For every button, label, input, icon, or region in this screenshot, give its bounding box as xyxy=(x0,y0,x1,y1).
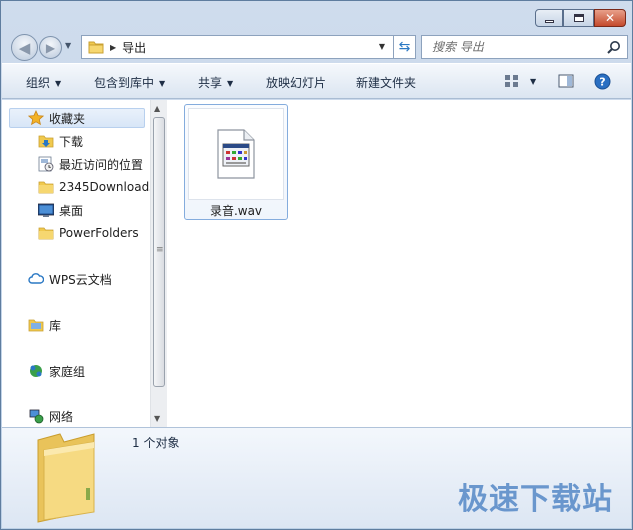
command-toolbar: 组织 ▼ 包含到库中 ▼ 共享 ▼ 放映幻灯片 新建文件夹 ▼ ? xyxy=(2,63,631,99)
chevron-down-icon: ▼ xyxy=(159,79,166,88)
slideshow-button[interactable]: 放映幻灯片 xyxy=(266,74,326,91)
search-box[interactable] xyxy=(421,35,628,59)
navigation-pane: 收藏夹 下载 最近访问的位置 2345Downloads 桌面 PowerFol… xyxy=(2,100,150,427)
sidebar-item-label: 桌面 xyxy=(59,203,84,218)
include-in-library-menu[interactable]: 包含到库中 ▼ xyxy=(94,74,165,91)
svg-text:?: ? xyxy=(599,76,605,89)
include-in-library-label: 包含到库中 xyxy=(94,76,155,90)
scroll-down-icon[interactable]: ▼ xyxy=(154,414,160,423)
details-pane: 1 个对象 极速下载站 xyxy=(2,427,631,528)
sidebar-item-label: 库 xyxy=(49,318,62,333)
forward-arrow-icon: ▶ xyxy=(45,40,56,55)
star-icon xyxy=(28,110,44,126)
recent-pages-dropdown[interactable]: ▼ xyxy=(65,41,71,50)
close-icon: ✕ xyxy=(604,11,616,25)
refresh-button[interactable]: ⇆ xyxy=(394,35,416,59)
file-name: 录音.wav xyxy=(209,204,263,218)
sidebar-item-label: 网络 xyxy=(49,409,74,424)
cloud-icon xyxy=(28,271,44,287)
breadcrumb-current[interactable]: 导出 xyxy=(122,39,146,56)
sidebar-item-recent-places[interactable]: 最近访问的位置 xyxy=(38,154,143,174)
back-arrow-icon: ◀ xyxy=(18,38,31,57)
chevron-down-icon: ▼ xyxy=(227,79,234,88)
sidebar-item-label: 收藏夹 xyxy=(49,111,86,126)
navigation-scrollbar[interactable]: ▲ ≡ ▼ xyxy=(150,100,167,427)
file-list: 录音.wav xyxy=(168,100,631,427)
sidebar-item-label: PowerFolders xyxy=(59,226,139,240)
view-dropdown-icon[interactable]: ▼ xyxy=(530,77,536,86)
preview-pane-icon[interactable] xyxy=(558,73,574,89)
folder-icon xyxy=(37,433,95,523)
sidebar-item-powerfolders[interactable]: PowerFolders xyxy=(38,223,139,243)
file-thumbnail xyxy=(188,108,284,200)
file-item[interactable]: 录音.wav xyxy=(184,104,288,220)
minimize-icon xyxy=(544,19,554,23)
sidebar-item-label: 2345Downloads xyxy=(59,180,150,194)
content-area: 收藏夹 下载 最近访问的位置 2345Downloads 桌面 PowerFol… xyxy=(2,100,631,427)
sidebar-item-label: 最近访问的位置 xyxy=(59,157,144,172)
grip-icon: ≡ xyxy=(156,245,164,255)
sidebar-item-wps-cloud[interactable]: WPS云文档 xyxy=(28,269,112,289)
share-menu[interactable]: 共享 ▼ xyxy=(198,74,233,91)
sidebar-item-libraries[interactable]: 库 xyxy=(28,315,61,335)
network-icon xyxy=(28,408,44,424)
sidebar-item-homegroup[interactable]: 家庭组 xyxy=(28,361,85,381)
share-label: 共享 xyxy=(198,76,223,90)
search-input[interactable] xyxy=(432,40,602,54)
navigation-bar: ◀ ▶ ▼ ▶ 导出 ▼ ⇆ xyxy=(9,33,628,61)
download-folder-icon xyxy=(38,133,54,149)
explorer-window: ✕ ◀ ▶ ▼ ▶ 导出 ▼ ⇆ 组织 ▼ 包含到库中 ▼ 共享 ▼ 放映幻灯片 xyxy=(0,0,633,530)
help-icon[interactable]: ? xyxy=(594,73,611,90)
scroll-up-icon[interactable]: ▲ xyxy=(154,104,160,113)
sidebar-item-label: 家庭组 xyxy=(49,364,86,379)
sidebar-item-desktop[interactable]: 桌面 xyxy=(38,200,83,220)
sidebar-item-favorites[interactable]: 收藏夹 xyxy=(9,108,145,128)
folder-icon xyxy=(38,225,54,241)
breadcrumb-separator-icon[interactable]: ▶ xyxy=(110,43,116,52)
back-button[interactable]: ◀ xyxy=(11,34,38,61)
homegroup-icon xyxy=(28,363,44,379)
slideshow-label: 放映幻灯片 xyxy=(266,76,327,90)
sidebar-item-2345downloads[interactable]: 2345Downloads xyxy=(38,177,150,197)
refresh-icon: ⇆ xyxy=(398,39,411,55)
item-count: 1 个对象 xyxy=(132,436,180,450)
maximize-button[interactable] xyxy=(563,9,594,27)
search-icon[interactable] xyxy=(606,40,621,55)
maximize-icon xyxy=(573,14,584,22)
audio-file-icon xyxy=(217,129,255,179)
close-button[interactable]: ✕ xyxy=(594,9,626,27)
watermark-text: 极速下载站 xyxy=(458,482,613,517)
new-folder-button[interactable]: 新建文件夹 xyxy=(356,74,416,91)
organize-label: 组织 xyxy=(26,76,51,90)
sidebar-item-label: WPS云文档 xyxy=(49,272,112,287)
recent-places-icon xyxy=(38,156,54,172)
desktop-icon xyxy=(38,202,54,218)
sidebar-item-network[interactable]: 网络 xyxy=(28,406,73,426)
sidebar-item-downloads[interactable]: 下载 xyxy=(38,131,83,151)
chevron-down-icon: ▼ xyxy=(55,79,62,88)
scrollbar-thumb[interactable]: ≡ xyxy=(153,117,165,387)
folder-icon xyxy=(88,41,104,54)
address-dropdown-icon[interactable]: ▼ xyxy=(379,42,385,51)
caption-buttons: ✕ xyxy=(535,9,626,27)
organize-menu[interactable]: 组织 ▼ xyxy=(26,74,61,91)
folder-icon xyxy=(38,179,54,195)
forward-button[interactable]: ▶ xyxy=(39,36,62,59)
library-icon xyxy=(28,317,44,333)
new-folder-label: 新建文件夹 xyxy=(356,76,417,90)
minimize-button[interactable] xyxy=(535,9,563,27)
view-options-icon[interactable] xyxy=(504,73,520,89)
address-bar[interactable]: ▶ 导出 ▼ xyxy=(81,35,394,59)
sidebar-item-label: 下载 xyxy=(59,134,84,149)
